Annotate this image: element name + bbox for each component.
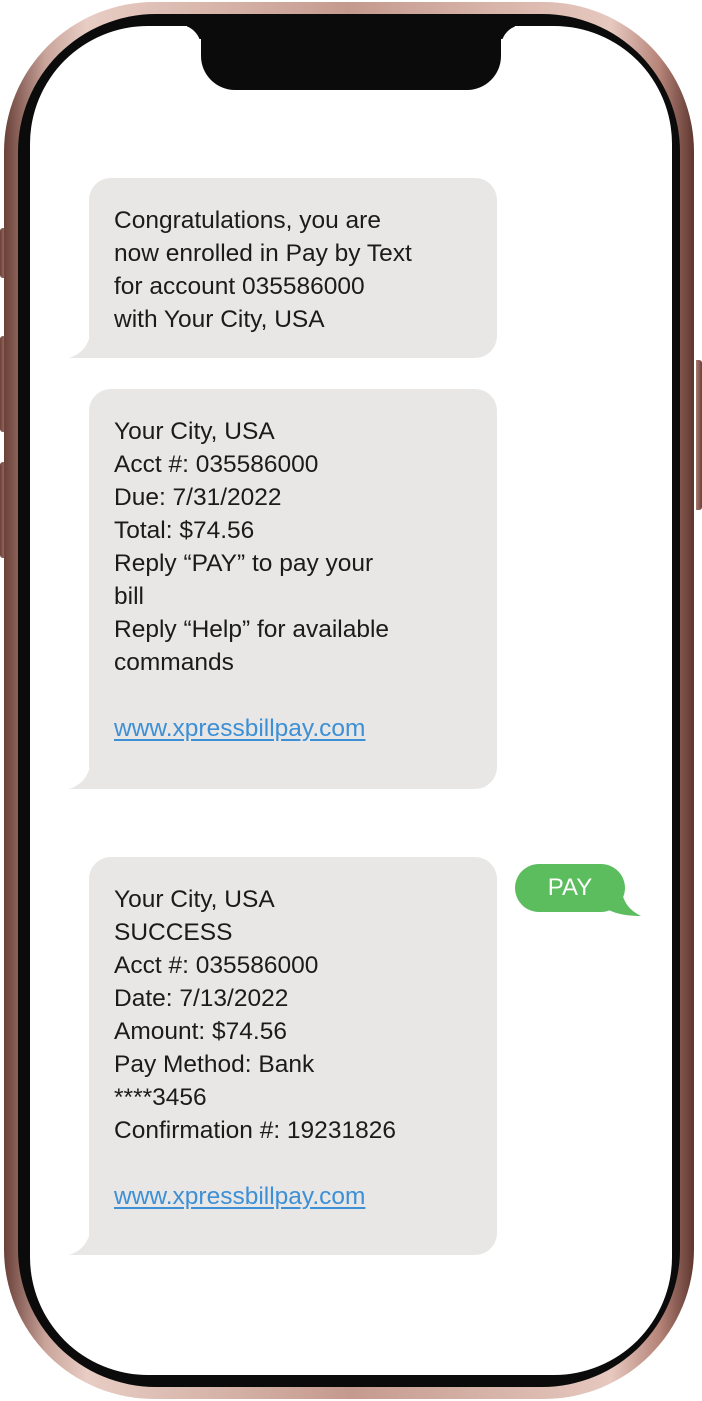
bubble-tail-icon <box>69 330 111 358</box>
message-text: Acct #: 035586000 <box>114 952 319 979</box>
line-spacer <box>114 1147 473 1180</box>
message-text: Confirmation #: 19231826 <box>114 1117 396 1144</box>
message-bubble-outgoing: PAY <box>515 864 641 916</box>
bubble-tail-icon <box>605 888 641 916</box>
message-bubble-incoming: Your City, USA SUCCESS Acct #: 035586000… <box>69 857 497 1255</box>
message-text: Due: 7/31/2022 <box>114 484 282 511</box>
message-text: now enrolled in Pay by Text <box>114 240 412 267</box>
notch <box>201 26 501 90</box>
xpressbillpay-link[interactable]: www.xpressbillpay.com <box>114 1180 473 1213</box>
outgoing-message-text: PAY <box>547 874 593 901</box>
message-text: Pay Method: Bank <box>114 1051 315 1078</box>
message-text: Date: 7/13/2022 <box>114 985 289 1012</box>
message-text: Your City, USA <box>114 886 275 913</box>
message-text: commands <box>114 649 234 676</box>
message-bubble-incoming: Your City, USA Acct #: 035586000 Due: 7/… <box>69 389 497 789</box>
phone-mockup: Congratulations, you are now enrolled in… <box>0 0 702 1401</box>
message-text: for account 035586000 <box>114 273 365 300</box>
message-text: Congratulations, you are <box>114 207 381 234</box>
xpressbillpay-link[interactable]: www.xpressbillpay.com <box>114 712 473 745</box>
message-text: bill <box>114 583 144 610</box>
message-text: Reply “PAY” to pay your <box>114 550 374 577</box>
message-text: with Your City, USA <box>114 306 325 333</box>
bubble-tail-icon <box>69 761 111 789</box>
line-spacer <box>114 679 473 712</box>
message-text: Acct #: 035586000 <box>114 451 319 478</box>
message-text: Total: $74.56 <box>114 517 255 544</box>
message-text: ****3456 <box>114 1084 207 1111</box>
power-button <box>696 360 702 510</box>
message-text: Reply “Help” for available <box>114 616 390 643</box>
message-text: SUCCESS <box>114 919 233 946</box>
bubble-tail-icon <box>69 1227 111 1255</box>
message-bubble-incoming: Congratulations, you are now enrolled in… <box>69 178 497 358</box>
message-text: Amount: $74.56 <box>114 1018 287 1045</box>
message-text: Your City, USA <box>114 418 275 445</box>
